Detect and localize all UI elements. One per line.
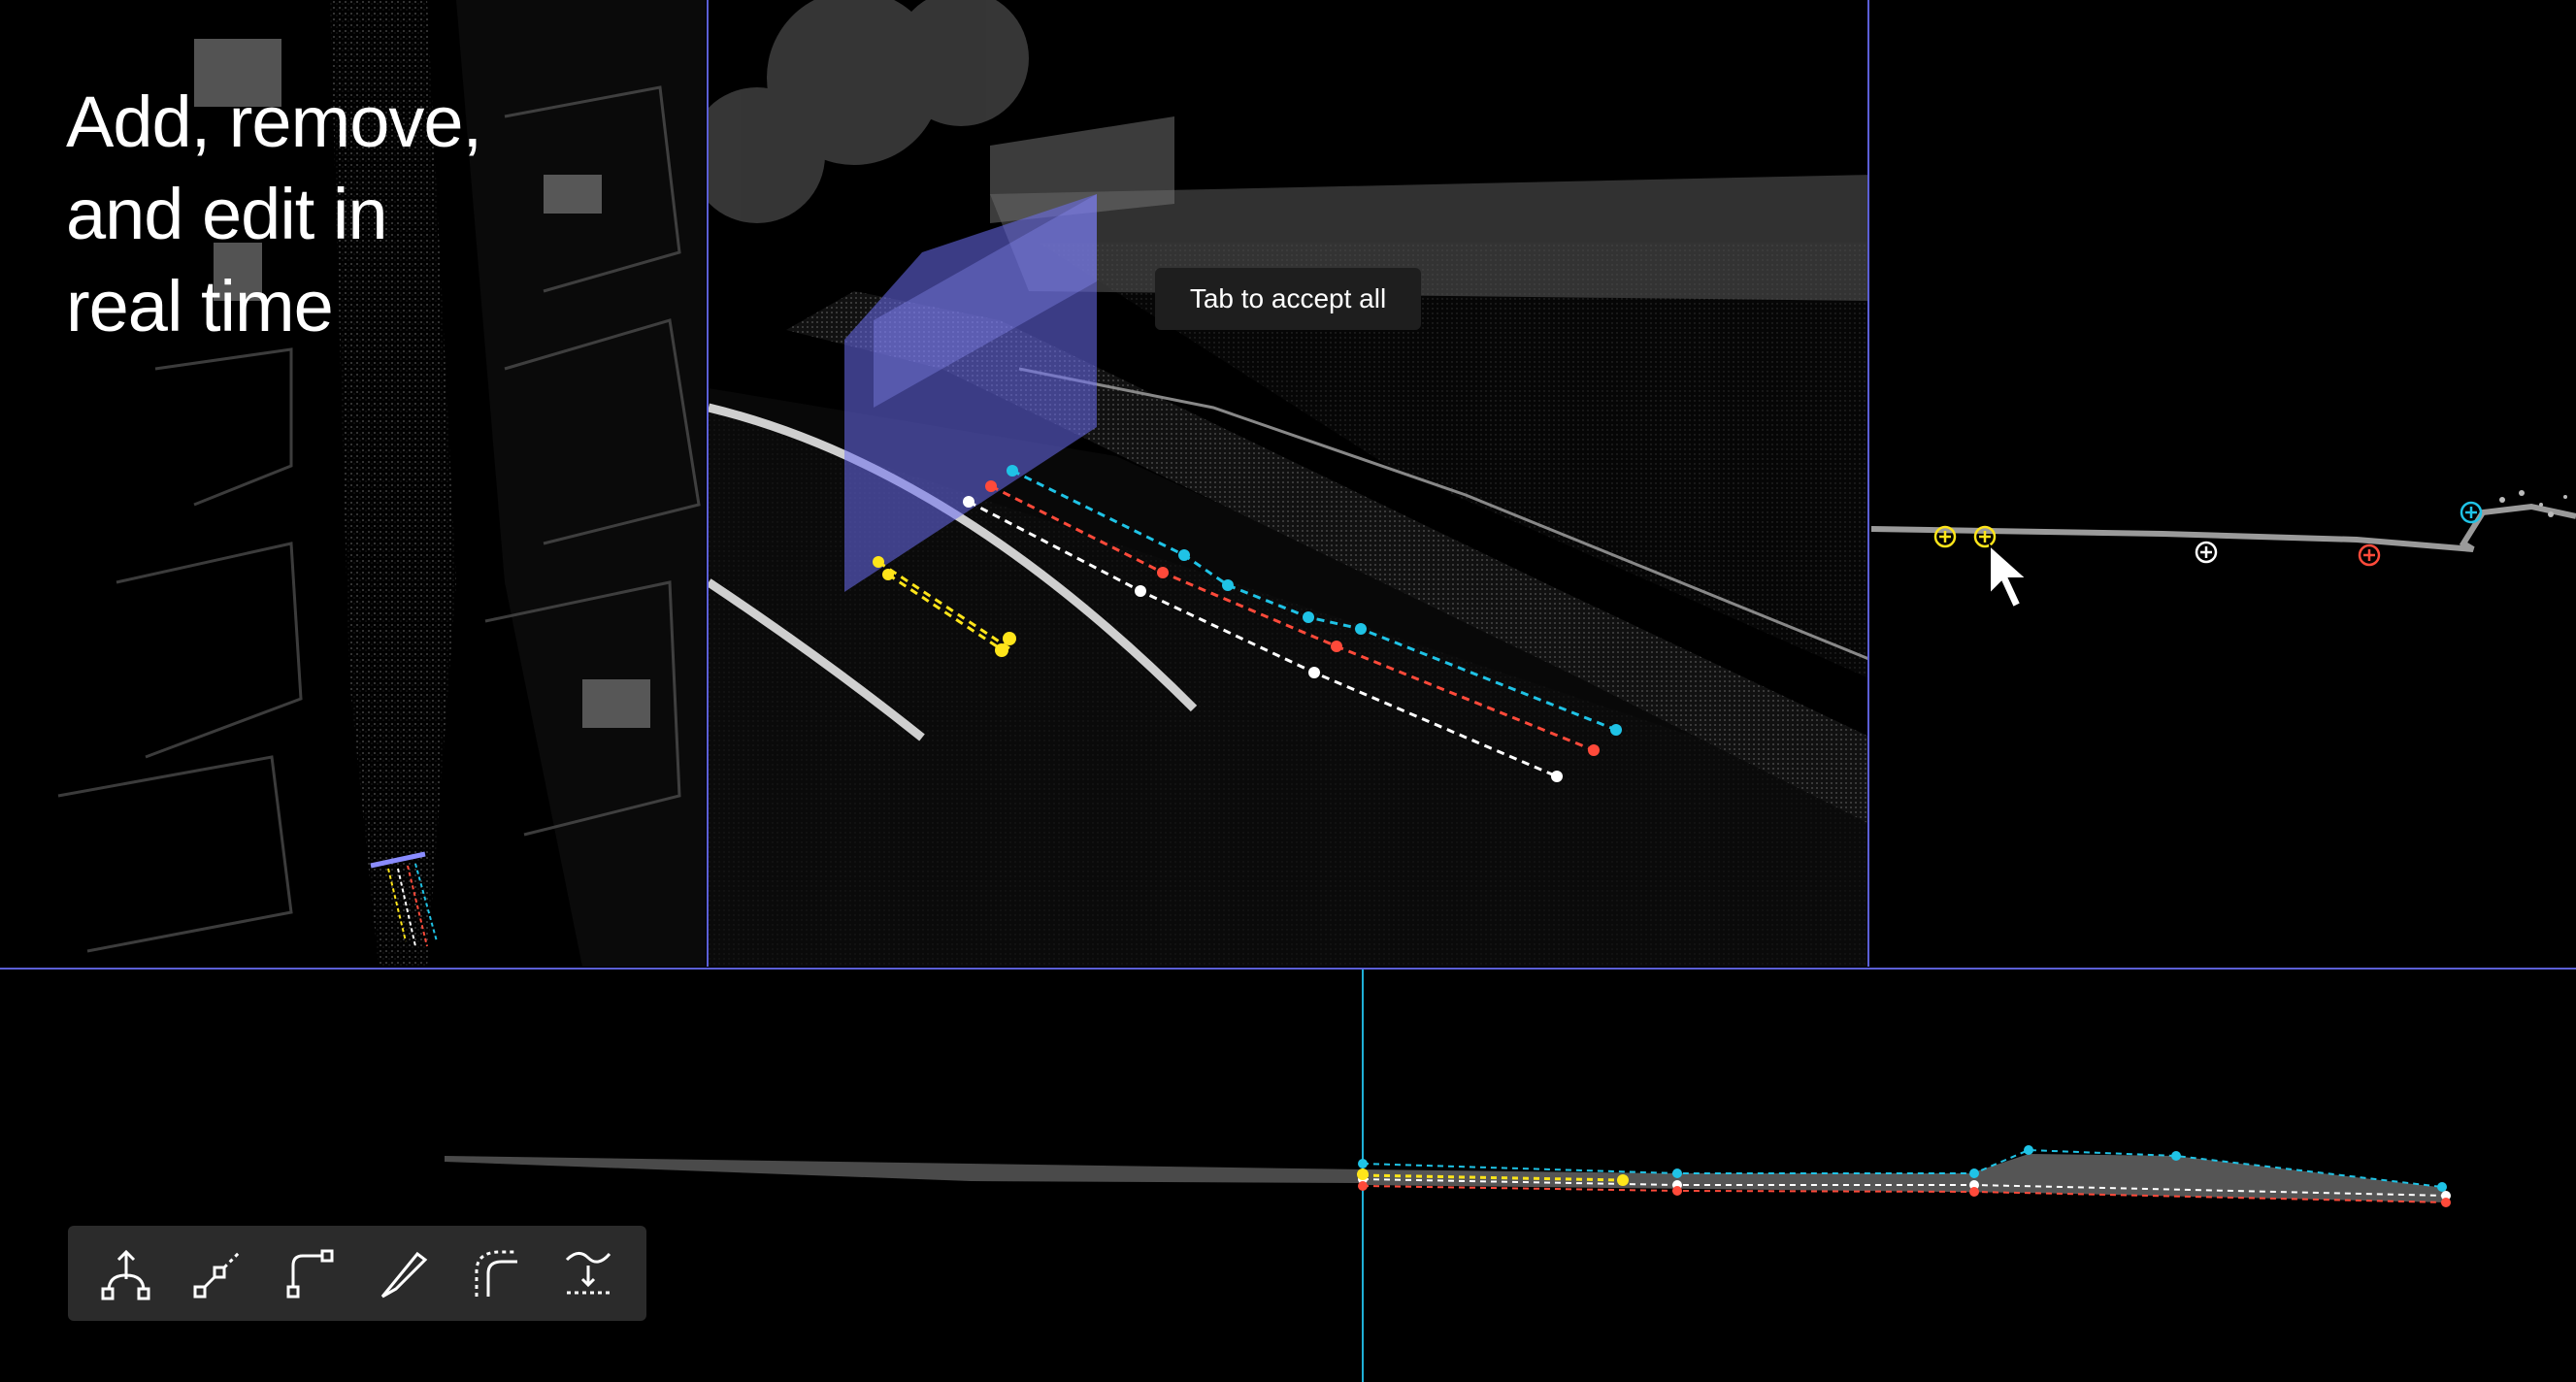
perspective-view[interactable]: Tab to accept all bbox=[707, 0, 1869, 967]
line-segment-icon bbox=[193, 1250, 242, 1299]
headline-line-3: real time bbox=[66, 266, 334, 346]
branch-tool-button[interactable] bbox=[87, 1234, 165, 1312]
curve-offset-tool-button[interactable] bbox=[457, 1234, 535, 1312]
snap-surface-icon bbox=[566, 1252, 611, 1295]
perspective-point-cloud bbox=[709, 0, 1867, 967]
red-vertex-handle[interactable] bbox=[2358, 543, 2381, 567]
white-vertex-handle[interactable] bbox=[2195, 541, 2218, 564]
cross-section-view[interactable] bbox=[1871, 0, 2576, 967]
mouse-cursor-icon bbox=[1989, 543, 2030, 609]
headline: Add, remove, and edit in real time bbox=[66, 76, 482, 352]
branch-icon bbox=[101, 1249, 150, 1300]
profile-view[interactable] bbox=[0, 968, 2576, 1382]
blade-icon bbox=[380, 1251, 427, 1299]
cross-section-profile bbox=[1871, 490, 2576, 609]
drawing-toolbar bbox=[68, 1226, 646, 1321]
accept-all-tooltip: Tab to accept all bbox=[1155, 268, 1421, 330]
top-down-view[interactable]: Add, remove, and edit in real time bbox=[0, 0, 706, 967]
corner-icon bbox=[286, 1249, 334, 1299]
snap-to-surface-tool-button[interactable] bbox=[549, 1234, 627, 1312]
headline-line-2: and edit in bbox=[66, 174, 388, 254]
curve-offset-icon bbox=[475, 1250, 517, 1297]
blade-tool-button[interactable] bbox=[365, 1234, 443, 1312]
cyan-vertex-handle[interactable] bbox=[2460, 501, 2483, 524]
headline-line-1: Add, remove, bbox=[66, 82, 482, 162]
corner-tool-button[interactable] bbox=[272, 1234, 349, 1312]
line-segment-tool-button[interactable] bbox=[180, 1234, 257, 1312]
